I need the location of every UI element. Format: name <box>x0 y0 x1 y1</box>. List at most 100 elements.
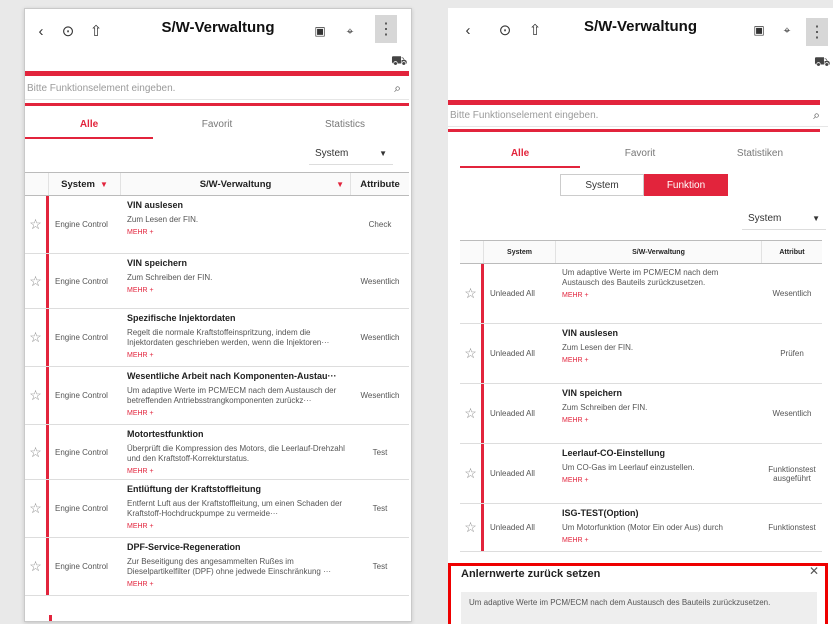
more-link[interactable]: MEHR + <box>127 352 345 361</box>
more-link[interactable]: MEHR + <box>562 477 756 486</box>
table-row[interactable]: ☆ Engine Control VIN speichern Zum Schreibe… <box>25 254 409 309</box>
table-row[interactable]: ☆ Engine Control DPF-Service-Regeneration Z… <box>25 538 409 596</box>
caret-down-icon: ▼ <box>812 214 820 223</box>
tab-statistics[interactable]: Statistics <box>281 115 409 139</box>
more-link[interactable]: MEHR + <box>127 581 345 590</box>
star-icon[interactable]: ☆ <box>25 367 46 424</box>
star-icon[interactable]: ☆ <box>25 254 46 308</box>
table-row[interactable]: ☆ Unleaded All ISG-TEST(Option) Um Motorfun… <box>460 504 822 552</box>
function-name: Motortestfunktion <box>127 429 204 439</box>
tab-bar: Alle Favorit Statistics <box>25 115 409 139</box>
col-function[interactable]: S/W-Verwaltung <box>556 241 762 263</box>
system-cell: Engine Control <box>55 391 108 400</box>
more-link[interactable]: MEHR + <box>562 537 756 546</box>
function-cell[interactable]: VIN auslesen Zum Lesen der FIN. MEHR + <box>556 324 762 383</box>
col-attribute[interactable]: Attribut <box>762 241 822 263</box>
star-icon[interactable]: ☆ <box>25 196 46 253</box>
function-cell[interactable]: Motortestfunktion Überprüft die Kompressi… <box>121 425 351 479</box>
function-cell[interactable]: Spezifische Injektordaten Regelt die norm… <box>121 309 351 366</box>
function-description: Um Motorfunktion (Motor Ein oder Aus) du… <box>562 523 723 533</box>
col-system[interactable]: System ▼ <box>49 173 121 195</box>
more-link[interactable]: MEHR + <box>127 468 345 477</box>
function-description: Regelt die normale Kraftstoffeinspritzun… <box>127 328 330 348</box>
more-link[interactable]: MEHR + <box>127 410 345 419</box>
tab-favorit[interactable]: Favorit <box>580 144 700 168</box>
car-icon[interactable]: ⛟ <box>391 53 407 71</box>
search-input[interactable]: Bitte Funktionselement eingeben. ⌕ <box>25 78 409 100</box>
search-input[interactable]: Bitte Funktionselement eingeben. ⌕ <box>448 105 828 127</box>
table-row[interactable]: ☆ Engine Control Motortestfunktion Überprüf… <box>25 425 409 480</box>
table-row[interactable]: ☆ Unleaded All Leerlauf-CO-Einstellung Um C… <box>460 444 822 504</box>
star-icon[interactable]: ☆ <box>460 324 481 383</box>
attribute-cell: Wesentlich <box>360 276 400 286</box>
function-cell[interactable]: ISG-TEST(Option) Um Motorfunktion (Motor … <box>556 504 762 551</box>
function-cell[interactable]: DPF-Service-Regeneration Zur Beseitigung … <box>121 538 351 595</box>
close-icon[interactable]: ✕ <box>809 564 819 578</box>
function-cell[interactable]: VIN auslesen Zum Lesen der FIN. MEHR + <box>121 196 351 253</box>
star-icon[interactable]: ☆ <box>25 480 46 537</box>
table-row[interactable]: ☆ Engine Control Entlüftung der Kraftstoff… <box>25 480 409 538</box>
more-link[interactable]: MEHR + <box>562 357 756 366</box>
toggle-system[interactable]: System <box>560 174 644 196</box>
star-icon[interactable]: ☆ <box>25 425 46 479</box>
tab-alle[interactable]: Alle <box>460 144 580 168</box>
col-function[interactable]: S/W-Verwaltung ▼ <box>121 173 351 195</box>
function-cell[interactable]: Leerlauf-CO-Einstellung Um CO-Gas im Leer… <box>556 444 762 503</box>
fullscreen-icon[interactable]: ⌖ <box>339 17 361 45</box>
star-icon[interactable]: ☆ <box>460 444 481 503</box>
toggle-funktion[interactable]: Funktion <box>644 174 728 196</box>
more-link[interactable]: MEHR + <box>562 417 756 426</box>
table-row[interactable]: ☆ Unleaded All Um adaptive Werte im PCM/EC… <box>460 264 822 324</box>
car-icon[interactable]: ⛟ <box>814 54 830 72</box>
tab-favorit[interactable]: Favorit <box>153 115 281 139</box>
star-icon[interactable]: ☆ <box>460 504 481 551</box>
tab-statistiken[interactable]: Statistiken <box>700 144 820 168</box>
tab-alle[interactable]: Alle <box>25 115 153 139</box>
star-icon[interactable]: ☆ <box>460 264 481 323</box>
battery-icon[interactable]: ▣ <box>309 17 331 45</box>
function-description: Um adaptive Werte im PCM/ECM nach dem Au… <box>562 268 719 287</box>
detail-title: Anlernwerte zurück setzen <box>461 568 601 580</box>
function-name: VIN speichern <box>562 388 623 398</box>
more-link[interactable]: MEHR + <box>127 287 345 296</box>
battery-icon[interactable]: ▣ <box>748 16 770 44</box>
function-cell[interactable]: Entlüftung der Kraftstoffleitung Entfernt… <box>121 480 351 537</box>
function-cell[interactable]: VIN speichern Zum Schreiben der FIN. MEHR … <box>121 254 351 308</box>
star-icon[interactable]: ☆ <box>25 309 46 366</box>
star-icon[interactable]: ☆ <box>460 384 481 443</box>
search-placeholder: Bitte Funktionselement eingeben. <box>450 110 599 121</box>
table-row[interactable]: ☆ Unleaded All VIN speichern Zum Schreiben … <box>460 384 822 444</box>
system-cell: Engine Control <box>55 562 108 571</box>
attribute-cell: Wesentlich <box>360 333 400 342</box>
attribute-cell: Check <box>368 220 392 229</box>
table-header: System ▼ S/W-Verwaltung ▼ Attribute <box>25 172 409 196</box>
function-cell[interactable]: VIN speichern Zum Schreiben der FIN. MEHR … <box>556 384 762 443</box>
more-link[interactable]: MEHR + <box>562 292 756 301</box>
system-dropdown[interactable]: System ▼ <box>742 208 826 230</box>
tab-bar: Alle Favorit Statistiken <box>460 144 820 168</box>
system-cell: Unleaded All <box>490 523 535 532</box>
table-row[interactable]: ☆ Engine Control VIN auslesen Zum Lesen der… <box>25 196 409 254</box>
more-link[interactable]: MEHR + <box>127 523 345 532</box>
table-row[interactable]: ☆ Engine Control Wesentliche Arbeit nach K… <box>25 367 409 425</box>
star-icon[interactable]: ☆ <box>25 538 46 595</box>
function-description: Zur Beseitigung des angesammelten Rußes … <box>127 557 332 577</box>
system-cell: Engine Control <box>55 220 108 229</box>
system-cell: Unleaded All <box>490 349 535 358</box>
system-dropdown[interactable]: System ▼ <box>309 143 393 165</box>
function-name: VIN auslesen <box>562 328 619 338</box>
col-attribute[interactable]: Attribute <box>351 173 409 195</box>
search-icon[interactable]: ⌕ <box>394 81 401 96</box>
col-system[interactable]: System <box>484 241 556 263</box>
table-row[interactable]: ☆ Unleaded All VIN auslesen Zum Lesen der F… <box>460 324 822 384</box>
function-cell[interactable]: Um adaptive Werte im PCM/ECM nach dem Au… <box>556 264 762 323</box>
menu-icon[interactable]: ⋮ <box>375 15 397 43</box>
function-cell[interactable]: Wesentliche Arbeit nach Komponenten-Aust… <box>121 367 351 424</box>
fullscreen-icon[interactable]: ⌖ <box>776 16 798 44</box>
more-link[interactable]: MEHR + <box>127 229 345 238</box>
table-row[interactable]: ☆ Engine Control Spezifische Injektordaten… <box>25 309 409 367</box>
search-icon[interactable]: ⌕ <box>813 108 820 123</box>
menu-icon[interactable]: ⋮ <box>806 18 828 46</box>
function-name: VIN speichern <box>127 258 188 268</box>
system-cell: Unleaded All <box>490 469 535 478</box>
